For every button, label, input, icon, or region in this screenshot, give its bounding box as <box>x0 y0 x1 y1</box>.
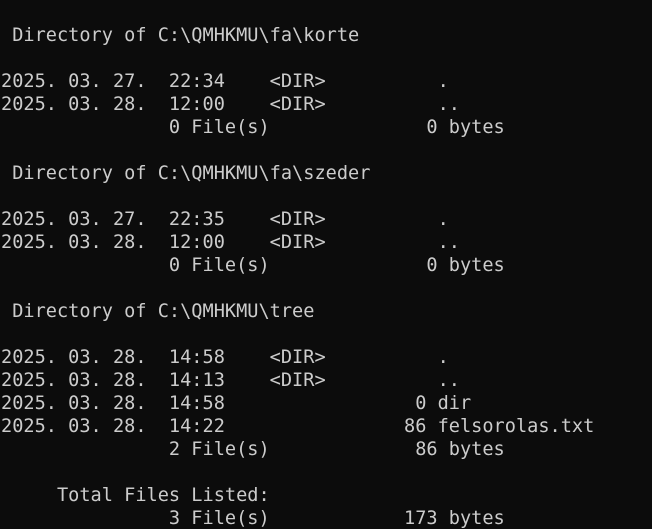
dir-entry-korte-current: 2025. 03. 27. 22:34 <DIR> . <box>1 71 449 92</box>
dir-entry-korte-parent: 2025. 03. 28. 12:00 <DIR> .. <box>1 94 460 115</box>
dir-entry-tree-current: 2025. 03. 28. 14:58 <DIR> . <box>1 347 449 368</box>
summary-korte: 0 File(s) 0 bytes <box>1 117 505 138</box>
total-files-label: Total Files Listed: <box>1 485 270 506</box>
console-output[interactable]: Directory of C:\QMHKMU\fa\korte 2025. 03… <box>0 0 652 529</box>
dir-entry-szeder-current: 2025. 03. 27. 22:35 <DIR> . <box>1 209 449 230</box>
file-entry-dir: 2025. 03. 28. 14:58 0 dir <box>1 393 472 414</box>
summary-tree: 2 File(s) 86 bytes <box>1 439 505 460</box>
directory-header-tree: Directory of C:\QMHKMU\tree <box>1 301 315 322</box>
dir-entry-tree-parent: 2025. 03. 28. 14:13 <DIR> .. <box>1 370 460 391</box>
directory-header-korte: Directory of C:\QMHKMU\fa\korte <box>1 25 360 46</box>
total-files-summary: 3 File(s) 173 bytes <box>1 508 505 529</box>
directory-header-szeder: Directory of C:\QMHKMU\fa\szeder <box>1 163 371 184</box>
dir-entry-szeder-parent: 2025. 03. 28. 12:00 <DIR> .. <box>1 232 460 253</box>
file-entry-felsorolas: 2025. 03. 28. 14:22 86 felsorolas.txt <box>1 416 595 437</box>
summary-szeder: 0 File(s) 0 bytes <box>1 255 505 276</box>
